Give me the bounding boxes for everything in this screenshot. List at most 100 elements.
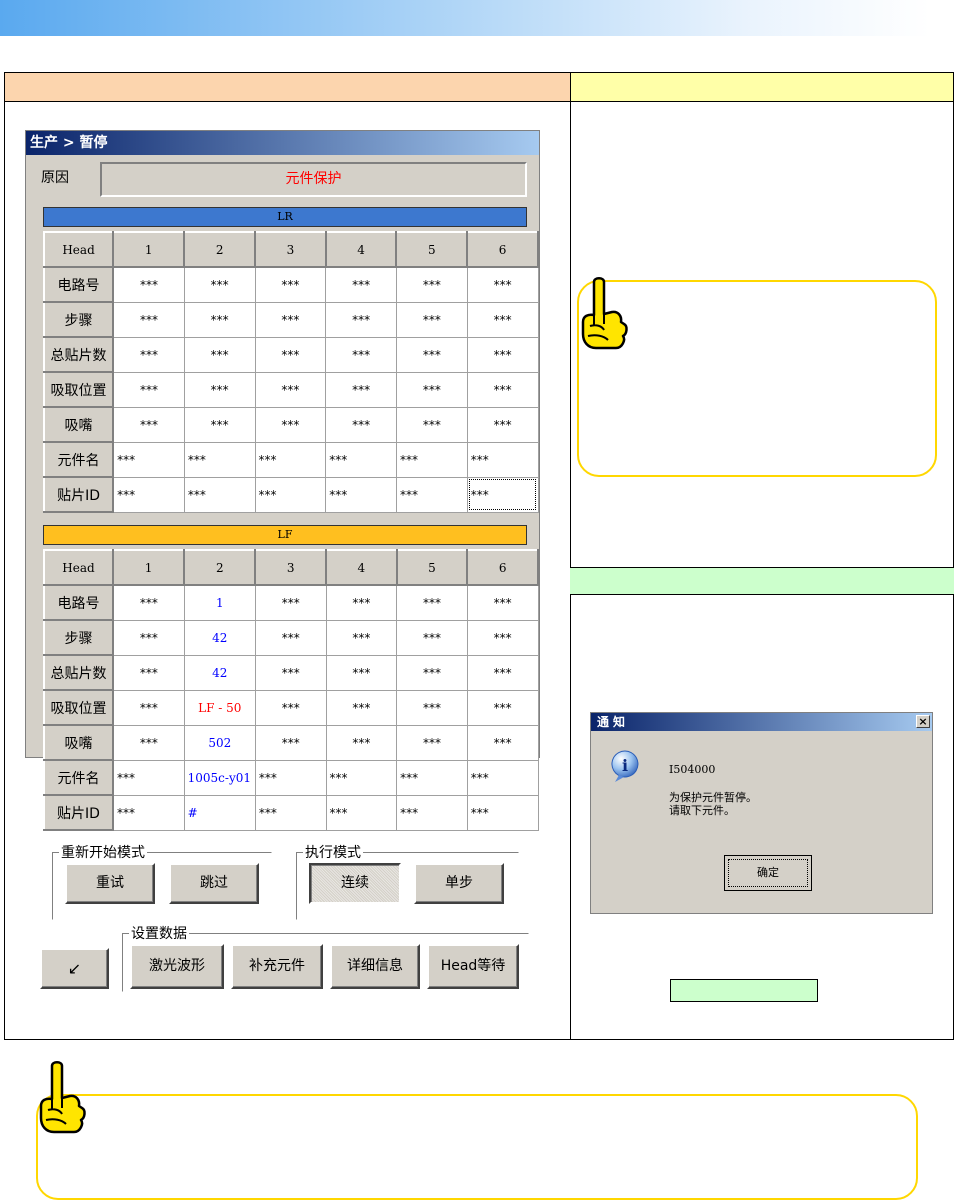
close-icon[interactable]: × (916, 715, 930, 728)
table-cell: *** (396, 619, 468, 656)
table-cell: *** (183, 406, 256, 443)
minimize-button[interactable]: ↙ (40, 948, 109, 989)
exec-mode-legend: 执行模式 (305, 845, 361, 861)
table-cell: 502 (183, 724, 256, 761)
row-header: 贴片ID (42, 794, 115, 831)
table-cell: *** (183, 301, 256, 338)
table-cell: *** (466, 724, 539, 761)
retry-button[interactable]: 重试 (65, 863, 155, 904)
column-header: 6 (466, 231, 539, 268)
table-cell: *** (325, 406, 397, 443)
single-step-button[interactable]: 单步 (414, 863, 504, 904)
row-header: 吸取位置 (42, 689, 115, 726)
notice-code: I504000 (669, 763, 716, 776)
table-cell: # (183, 794, 256, 831)
table-cell: *** (395, 406, 468, 443)
table-cell: *** (395, 336, 468, 373)
table-cell: *** (466, 619, 539, 656)
table-cell: *** (396, 759, 468, 796)
reason-label: 原因 (41, 170, 69, 186)
lf-bar: LF (43, 525, 527, 545)
table-row: 步骤 *** *** *** *** *** *** (42, 301, 539, 338)
table-cell: *** (112, 441, 185, 478)
table-cell: *** (395, 476, 468, 513)
table-cell: *** (112, 619, 185, 656)
notice-title: 通知 × (591, 713, 932, 731)
right-section-header (570, 567, 954, 595)
table-row: 总贴片数 *** 42 *** *** *** *** (42, 654, 539, 691)
table-cell: *** (112, 689, 185, 726)
table-cell: *** (466, 301, 539, 338)
green-highlight-box (670, 979, 818, 1002)
table-cell: *** (112, 406, 185, 443)
table-row: 元件名 *** *** *** *** *** *** (42, 441, 539, 478)
table-cell: *** (325, 689, 398, 726)
table-cell: *** (112, 301, 185, 338)
notice-dialog: 通知 × i I504000 为保护元件暂停。 请取下元件。 确定 (590, 712, 933, 914)
supplement-parts-button[interactable]: 补充元件 (231, 944, 323, 989)
skip-button[interactable]: 跳过 (169, 863, 259, 904)
table-cell: 42 (183, 654, 256, 691)
table-cell: *** (325, 476, 397, 513)
table-cell: *** (254, 794, 327, 831)
ok-button-label: 确定 (728, 859, 808, 887)
table-cell: *** (325, 584, 398, 621)
table-cell: *** (254, 689, 327, 726)
ok-button[interactable]: 确定 (724, 855, 812, 891)
column-header: 3 (254, 549, 328, 586)
table-row: 吸取位置 *** *** *** *** *** *** (42, 371, 539, 408)
column-header: 2 (183, 231, 257, 268)
table-cell: 1 (183, 584, 256, 621)
table-cell: *** (396, 724, 468, 761)
table-cell: *** (112, 371, 185, 408)
table-row: 元件名 *** 1005c-y01 *** *** *** *** (42, 759, 539, 796)
production-pause-dialog: 生产 > 暂停 原因 元件保护 LR Head 1 2 3 4 5 6 电路号 *** *** **… (25, 130, 540, 992)
details-button[interactable]: 详细信息 (330, 944, 420, 989)
table-cell: *** (183, 266, 256, 303)
table-cell: *** (466, 371, 539, 408)
table-cell: 1005c-y01 (183, 759, 256, 796)
table-row: 吸嘴 *** *** *** *** *** *** (42, 406, 539, 443)
table-cell: *** (466, 654, 539, 691)
table-cell: *** (325, 441, 397, 478)
table-cell: 42 (183, 619, 256, 656)
table-cell: *** (325, 654, 398, 691)
table-cell: *** (112, 654, 185, 691)
head-wait-button[interactable]: Head等待 (427, 944, 519, 989)
row-header: 元件名 (42, 441, 115, 478)
lf-table: Head 1 2 3 4 5 6 电路号 *** 1 *** *** *** *** 步骤 *** 42 *** *… (42, 549, 539, 831)
table-cell: *** (254, 724, 327, 761)
table-cell: *** (395, 301, 468, 338)
table-cell: *** (466, 336, 539, 373)
dialog-title: 生产 > 暂停 (26, 131, 539, 155)
left-column-header (4, 72, 571, 102)
table-cell: *** (466, 759, 539, 796)
table-cell: *** (466, 266, 539, 303)
row-header: 吸嘴 (42, 406, 115, 443)
lr-table: Head 1 2 3 4 5 6 电路号 *** *** *** *** *** *** 步骤 *** *** *… (42, 231, 539, 513)
table-cell: *** (466, 689, 539, 726)
laser-waveform-button[interactable]: 激光波形 (130, 944, 224, 989)
table-cell: *** (112, 584, 185, 621)
table-cell: *** (325, 266, 397, 303)
table-cell: *** (325, 619, 398, 656)
table-cell: *** (466, 584, 539, 621)
table-cell: *** (254, 266, 327, 303)
column-header-head: Head (42, 549, 115, 586)
row-header: 贴片ID (42, 476, 115, 513)
right-column-header (570, 72, 954, 102)
table-cell: *** (466, 406, 539, 443)
table-cell: *** (396, 689, 468, 726)
table-cell: *** (466, 476, 539, 513)
table-cell: *** (254, 301, 327, 338)
continuous-button[interactable]: 连续 (309, 863, 401, 904)
column-header: 5 (395, 231, 469, 268)
column-header: 1 (112, 549, 186, 586)
column-header: 4 (324, 231, 398, 268)
row-header: 元件名 (42, 759, 115, 796)
settings-legend: 设置数据 (131, 926, 187, 942)
column-header: 1 (112, 231, 186, 268)
table-cell: *** (254, 584, 327, 621)
row-header: 吸嘴 (42, 724, 115, 761)
table-cell: *** (325, 759, 398, 796)
